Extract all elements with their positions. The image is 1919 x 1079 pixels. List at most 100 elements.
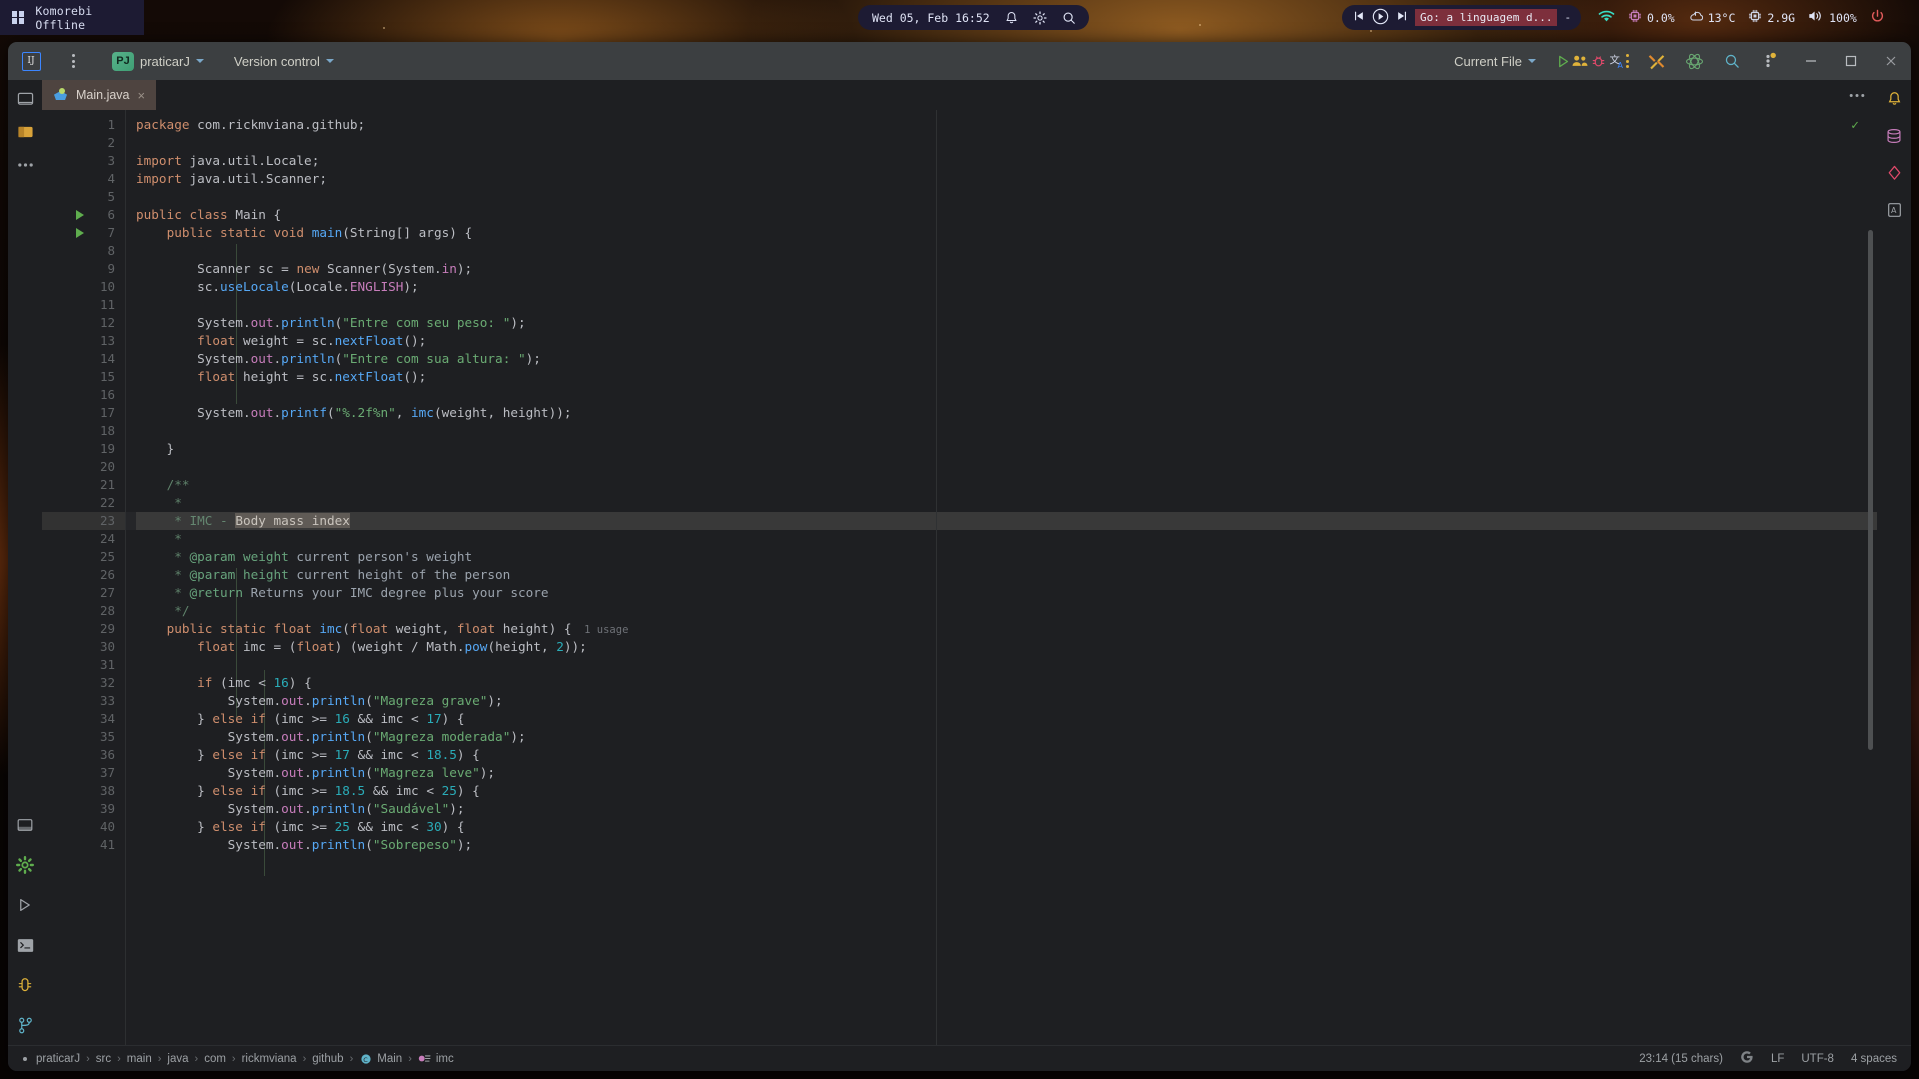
- run-tool-icon[interactable]: [15, 895, 35, 915]
- editor-scrollbar-thumb[interactable]: [1868, 230, 1873, 750]
- notifications-bell-icon[interactable]: [1884, 89, 1904, 109]
- code-line[interactable]: [136, 386, 1877, 404]
- indent-label[interactable]: 4 spaces: [1851, 1053, 1897, 1065]
- bell-icon[interactable]: [1005, 11, 1018, 25]
- breadcrumb-item-rickmviana[interactable]: rickmviana: [242, 1053, 297, 1065]
- version-control-branch-icon[interactable]: [15, 1015, 35, 1035]
- breadcrumb[interactable]: praticarJ › src › main › java › com › rickmviana › g…: [18, 1052, 454, 1065]
- power-icon[interactable]: [1870, 9, 1885, 27]
- line-separator-label[interactable]: LF: [1771, 1053, 1784, 1065]
- media-previous-icon[interactable]: [1353, 10, 1365, 25]
- breadcrumb-item-main[interactable]: C Main: [359, 1052, 402, 1065]
- code-line[interactable]: [136, 188, 1877, 206]
- code-line[interactable]: [136, 656, 1877, 674]
- line-number[interactable]: 24: [42, 530, 125, 548]
- notifications-dot-icon[interactable]: [1757, 48, 1783, 74]
- code-line[interactable]: System.out.println("Entre com sua altura…: [136, 350, 1877, 368]
- maven-icon[interactable]: [1884, 163, 1904, 183]
- gear-icon[interactable]: [1033, 10, 1047, 25]
- line-number[interactable]: 25: [42, 548, 125, 566]
- line-number[interactable]: 20: [42, 458, 125, 476]
- volume-stat[interactable]: 100%: [1808, 9, 1857, 26]
- line-number[interactable]: 18: [42, 422, 125, 440]
- line-number[interactable]: 10: [42, 278, 125, 296]
- code-line[interactable]: *: [136, 530, 1877, 548]
- line-number[interactable]: 36: [42, 746, 125, 764]
- line-number[interactable]: 3: [42, 152, 125, 170]
- minimize-icon[interactable]: [1799, 49, 1823, 73]
- line-number[interactable]: 8: [42, 242, 125, 260]
- breadcrumb-item-src[interactable]: src: [96, 1053, 111, 1065]
- run-configuration-selector[interactable]: Current File: [1446, 48, 1544, 74]
- line-number[interactable]: 17: [42, 404, 125, 422]
- project-selector[interactable]: PJ praticarJ: [104, 48, 212, 74]
- code-line[interactable]: * @param height current height of the pe…: [136, 566, 1877, 584]
- line-number[interactable]: 34: [42, 710, 125, 728]
- line-number[interactable]: 1: [42, 116, 125, 134]
- line-number[interactable]: 14: [42, 350, 125, 368]
- line-number[interactable]: 41: [42, 836, 125, 854]
- line-number[interactable]: 38: [42, 782, 125, 800]
- search-everywhere-icon[interactable]: [1719, 48, 1745, 74]
- code-line[interactable]: public static float imc(float weight, fl…: [136, 620, 1877, 638]
- line-number[interactable]: 27: [42, 584, 125, 602]
- code-line[interactable]: * @param weight current person's weight: [136, 548, 1877, 566]
- code-line[interactable]: System.out.println("Magreza moderada");: [136, 728, 1877, 746]
- code-line[interactable]: float imc = (float) (weight / Math.pow(h…: [136, 638, 1877, 656]
- code-line[interactable]: * @return Returns your IMC degree plus y…: [136, 584, 1877, 602]
- inspection-ok-check[interactable]: ✓: [1851, 118, 1859, 133]
- search-icon[interactable]: [1062, 11, 1076, 25]
- breadcrumb-item-imc[interactable]: imc: [418, 1052, 454, 1065]
- line-number[interactable]: 7: [42, 224, 125, 242]
- line-number[interactable]: 15: [42, 368, 125, 386]
- line-number[interactable]: 31: [42, 656, 125, 674]
- line-number[interactable]: 11: [42, 296, 125, 314]
- line-number[interactable]: 30: [42, 638, 125, 656]
- intellij-idea-icon[interactable]: IJ: [18, 48, 44, 74]
- ai-assistant-icon[interactable]: [1681, 48, 1707, 74]
- code-line[interactable]: System.out.println("Entre com seu peso: …: [136, 314, 1877, 332]
- media-player-widget[interactable]: Go: a linguagem d... -: [1342, 5, 1582, 30]
- editor-tab-main-java[interactable]: Main.java ×: [42, 80, 157, 110]
- code-line[interactable]: /**: [136, 476, 1877, 494]
- code-line[interactable]: *: [136, 494, 1877, 512]
- collaborate-users-icon[interactable]: [1567, 48, 1593, 74]
- terminal-icon[interactable]: [15, 935, 35, 955]
- line-number[interactable]: 40: [42, 818, 125, 836]
- breadcrumb-item-com[interactable]: com: [204, 1053, 226, 1065]
- code-content[interactable]: package com.rickmviana.github; import jav…: [126, 110, 1877, 1045]
- caret-position-label[interactable]: 23:14 (15 chars): [1639, 1053, 1723, 1065]
- code-line[interactable]: } else if (imc >= 18.5 && imc < 25) {: [136, 782, 1877, 800]
- code-line[interactable]: System.out.println("Magreza grave");: [136, 692, 1877, 710]
- line-number[interactable]: 37: [42, 764, 125, 782]
- database-icon[interactable]: [1884, 126, 1904, 146]
- wifi-icon[interactable]: [1598, 9, 1615, 27]
- close-tab-icon[interactable]: ×: [138, 89, 146, 102]
- commit-icon[interactable]: [15, 122, 35, 142]
- line-number[interactable]: 23: [42, 512, 125, 530]
- line-number[interactable]: 26: [42, 566, 125, 584]
- line-number[interactable]: 2: [42, 134, 125, 152]
- breadcrumb-item-java[interactable]: java: [167, 1053, 188, 1065]
- reader-mode-icon[interactable]: A: [1884, 200, 1904, 220]
- code-line[interactable]: * IMC - Body mass index: [136, 512, 1877, 530]
- project-view-icon[interactable]: [15, 89, 35, 109]
- line-number[interactable]: 33: [42, 692, 125, 710]
- code-line[interactable]: [136, 458, 1877, 476]
- settings-gear-icon[interactable]: [15, 855, 35, 875]
- code-editor-area[interactable]: 1 2 3 4 5 6 7 8 9 10 11 12 13 14 15 16 17 18 19 20 21 22 23 24 2…: [42, 110, 1877, 1045]
- line-number[interactable]: 16: [42, 386, 125, 404]
- line-number[interactable]: 9: [42, 260, 125, 278]
- problems-icon[interactable]: [15, 975, 35, 995]
- line-number[interactable]: 29: [42, 620, 125, 638]
- code-line[interactable]: import java.util.Locale;: [136, 152, 1877, 170]
- code-line[interactable]: import java.util.Scanner;: [136, 170, 1877, 188]
- code-line[interactable]: System.out.printf("%.2f%n", imc(weight, …: [136, 404, 1877, 422]
- line-number[interactable]: 22: [42, 494, 125, 512]
- line-number[interactable]: 28: [42, 602, 125, 620]
- tab-options-icon[interactable]: [1849, 80, 1865, 110]
- line-number[interactable]: 39: [42, 800, 125, 818]
- more-tool-windows-icon[interactable]: [15, 155, 35, 175]
- code-line[interactable]: System.out.println("Sobrepeso");: [136, 836, 1877, 854]
- google-account-icon[interactable]: [1740, 1050, 1754, 1067]
